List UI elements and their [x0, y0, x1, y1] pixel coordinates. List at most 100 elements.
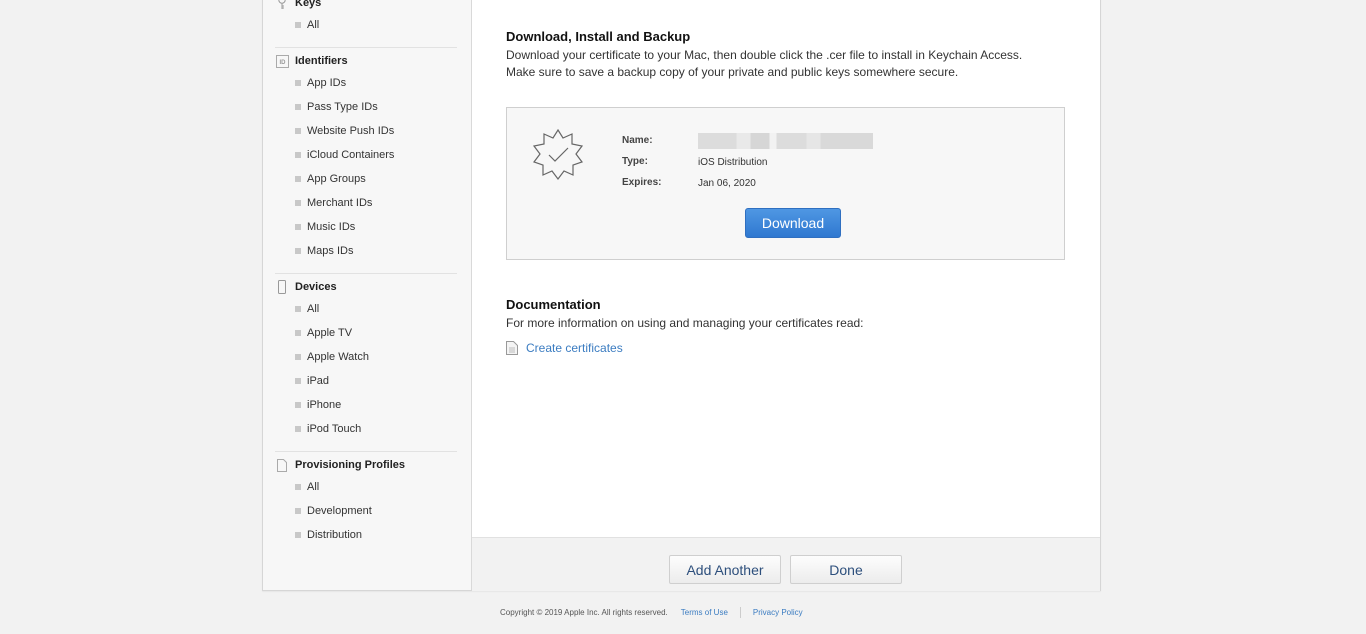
- documentation-text: For more information on using and managi…: [506, 316, 864, 330]
- bullet-icon: [295, 80, 301, 86]
- name-label: Name:: [622, 135, 653, 146]
- sidebar-group-keys: Keys All: [275, 0, 457, 37]
- terms-of-use-link[interactable]: Terms of Use: [681, 608, 728, 617]
- device-icon: [275, 280, 289, 294]
- sidebar: Keys All ID Identifiers App IDs Pass Typ…: [263, 0, 472, 590]
- action-bar: Add Another Done: [472, 537, 1100, 591]
- sidebar-item-label: Pass Type IDs: [307, 101, 378, 113]
- sidebar-group-identifiers: ID Identifiers App IDs Pass Type IDs Web…: [275, 51, 457, 263]
- sidebar-item-label: App Groups: [307, 173, 366, 185]
- sidebar-group-header[interactable]: Devices: [275, 277, 457, 297]
- sidebar-item-label: All: [307, 19, 320, 31]
- privacy-policy-link[interactable]: Privacy Policy: [753, 608, 803, 617]
- sidebar-item-label: Distribution: [307, 529, 363, 541]
- bullet-icon: [295, 354, 301, 360]
- documentation-heading: Documentation: [506, 297, 601, 312]
- sidebar-item-label: Apple TV: [307, 327, 353, 339]
- certificate-badge-icon: [532, 128, 584, 180]
- sidebar-item-label: Apple Watch: [307, 351, 369, 363]
- sidebar-item-iphone[interactable]: iPhone: [275, 393, 457, 417]
- sidebar-item-app-ids[interactable]: App IDs: [275, 71, 457, 95]
- sidebar-item-label: Merchant IDs: [307, 197, 373, 209]
- add-another-button[interactable]: Add Another: [669, 555, 781, 584]
- certificate-card: Name: Type: iOS Distribution Expires: Ja…: [506, 107, 1065, 260]
- sidebar-item-label: Website Push IDs: [307, 125, 395, 137]
- sidebar-group-provisioning-profiles: Provisioning Profiles All Development Di…: [275, 455, 457, 547]
- sidebar-item-label: Music IDs: [307, 221, 356, 233]
- sidebar-group-title: Identifiers: [295, 55, 348, 67]
- sidebar-item-music-ids[interactable]: Music IDs: [275, 215, 457, 239]
- document-icon: [275, 458, 289, 472]
- sidebar-item-label: iPad: [307, 375, 330, 387]
- sidebar-item-label: App IDs: [307, 77, 347, 89]
- sidebar-divider: [275, 273, 457, 274]
- download-instructions-line1: Download your certificate to your Mac, t…: [506, 48, 1023, 62]
- sidebar-group-title: Provisioning Profiles: [295, 459, 406, 471]
- app-frame: Keys All ID Identifiers App IDs Pass Typ…: [262, 0, 1101, 591]
- sidebar-item-website-push-ids[interactable]: Website Push IDs: [275, 119, 457, 143]
- sidebar-item-ipad[interactable]: iPad: [275, 369, 457, 393]
- bullet-icon: [295, 248, 301, 254]
- copyright-text: Copyright © 2019 Apple Inc. All rights r…: [500, 608, 668, 617]
- sidebar-group-title: Keys: [295, 0, 322, 9]
- bullet-icon: [295, 306, 301, 312]
- page-footer: Copyright © 2019 Apple Inc. All rights r…: [500, 607, 803, 618]
- create-certificates-link[interactable]: Create certificates: [506, 341, 623, 355]
- key-icon: [275, 0, 289, 10]
- expires-value: Jan 06, 2020: [698, 178, 756, 189]
- sidebar-group-header[interactable]: ID Identifiers: [275, 51, 457, 71]
- sidebar-item-pass-type-ids[interactable]: Pass Type IDs: [275, 95, 457, 119]
- sidebar-item-label: iPhone: [307, 399, 342, 411]
- sidebar-item-apple-watch[interactable]: Apple Watch: [275, 345, 457, 369]
- done-button[interactable]: Done: [790, 555, 902, 584]
- bullet-icon: [295, 426, 301, 432]
- bullet-icon: [295, 176, 301, 182]
- sidebar-item-keys-all[interactable]: All: [275, 13, 457, 37]
- sidebar-item-label: iPod Touch: [307, 423, 362, 435]
- sidebar-divider: [275, 451, 457, 452]
- download-button[interactable]: Download: [745, 208, 841, 238]
- sidebar-item-development[interactable]: Development: [275, 499, 457, 523]
- main-content: Download, Install and Backup Download yo…: [472, 0, 1100, 537]
- bullet-icon: [295, 128, 301, 134]
- sidebar-item-label: All: [307, 303, 320, 315]
- download-section-heading: Download, Install and Backup: [506, 29, 691, 44]
- name-value-redacted: [698, 133, 873, 149]
- bullet-icon: [295, 224, 301, 230]
- sidebar-item-merchant-ids[interactable]: Merchant IDs: [275, 191, 457, 215]
- bullet-icon: [295, 402, 301, 408]
- type-label: Type:: [622, 156, 648, 167]
- bullet-icon: [295, 330, 301, 336]
- bullet-icon: [295, 508, 301, 514]
- sidebar-item-profiles-all[interactable]: All: [275, 475, 457, 499]
- sidebar-item-label: iCloud Containers: [307, 149, 395, 161]
- id-icon: ID: [275, 54, 289, 68]
- create-certificates-link-label: Create certificates: [526, 341, 623, 355]
- sidebar-item-maps-ids[interactable]: Maps IDs: [275, 239, 457, 263]
- sidebar-item-icloud-containers[interactable]: iCloud Containers: [275, 143, 457, 167]
- bullet-icon: [295, 200, 301, 206]
- document-icon: [506, 341, 518, 355]
- sidebar-item-distribution[interactable]: Distribution: [275, 523, 457, 547]
- type-value: iOS Distribution: [698, 157, 768, 168]
- sidebar-group-header[interactable]: Provisioning Profiles: [275, 455, 457, 475]
- bullet-icon: [295, 152, 301, 158]
- sidebar-item-ipod-touch[interactable]: iPod Touch: [275, 417, 457, 441]
- footer-separator: [739, 607, 741, 618]
- bullet-icon: [295, 104, 301, 110]
- bullet-icon: [295, 484, 301, 490]
- sidebar-group-title: Devices: [295, 281, 337, 293]
- sidebar-group-devices: Devices All Apple TV Apple Watch iPad iP…: [275, 277, 457, 441]
- expires-label: Expires:: [622, 177, 662, 188]
- bullet-icon: [295, 378, 301, 384]
- sidebar-item-app-groups[interactable]: App Groups: [275, 167, 457, 191]
- sidebar-item-devices-all[interactable]: All: [275, 297, 457, 321]
- svg-text:ID: ID: [279, 60, 286, 66]
- sidebar-item-label: Development: [307, 505, 372, 517]
- sidebar-item-apple-tv[interactable]: Apple TV: [275, 321, 457, 345]
- download-instructions-line2: Make sure to save a backup copy of your …: [506, 65, 959, 79]
- bullet-icon: [295, 532, 301, 538]
- bullet-icon: [295, 22, 301, 28]
- sidebar-group-header[interactable]: Keys: [275, 0, 457, 13]
- sidebar-divider: [275, 47, 457, 48]
